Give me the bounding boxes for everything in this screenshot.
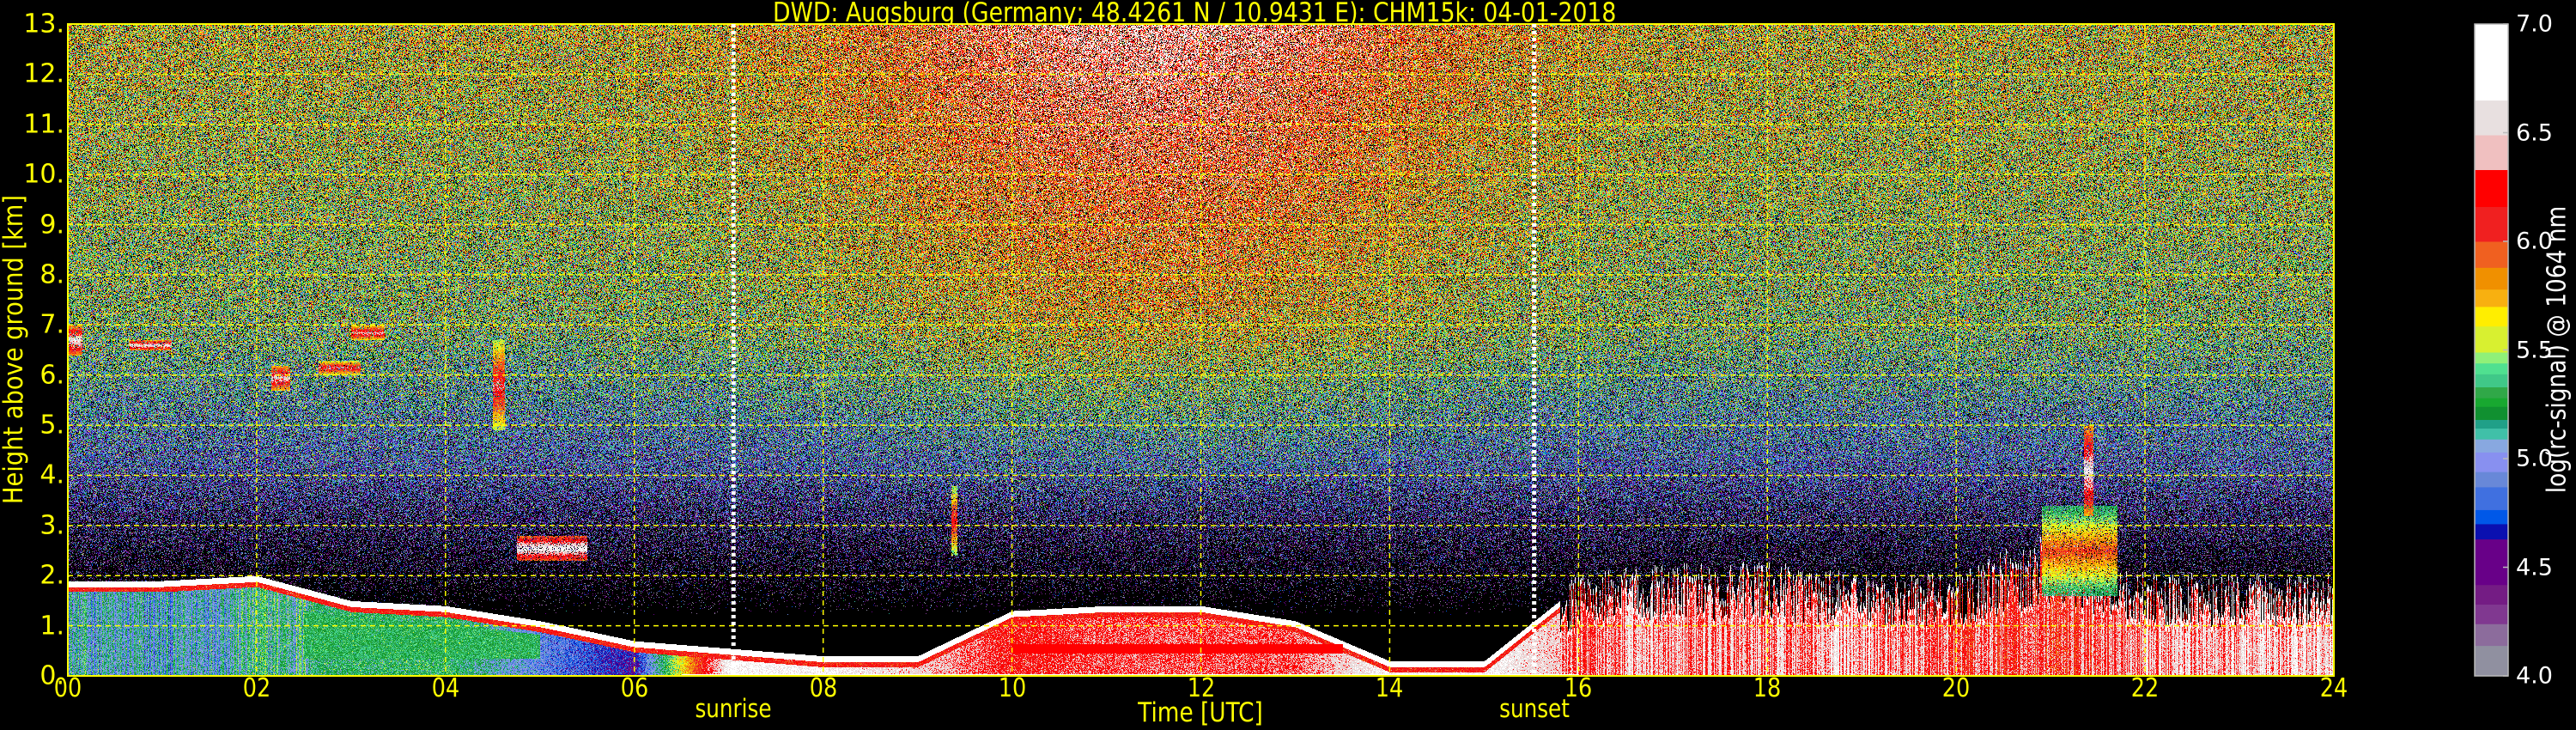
colorbar-tick-label: 4.5 <box>2516 554 2553 581</box>
y-axis-label: Height above ground [km] <box>0 194 29 505</box>
x-tick-label: 10 <box>998 673 1026 703</box>
y-tick-label: 4. <box>39 459 64 490</box>
colorbar-tick-label: 7.0 <box>2516 10 2553 38</box>
colorbar-band <box>2475 306 2508 327</box>
plot-overlay <box>67 23 2509 677</box>
colorbar-band <box>2475 645 2508 677</box>
ceilometer-figure: DWD: Augsburg (Germany; 48.4261 N / 10.9… <box>0 0 2576 730</box>
x-tick-label: 00 <box>53 673 82 703</box>
colorbar-band <box>2475 241 2508 268</box>
colorbar-band <box>2475 419 2508 429</box>
y-tick-label: 2. <box>39 560 64 591</box>
colorbar-band <box>2475 624 2508 647</box>
x-tick-label: 18 <box>1753 673 1782 703</box>
colorbar-band <box>2475 325 2508 353</box>
colorbar-band <box>2475 169 2508 208</box>
colorbar-band <box>2475 486 2508 510</box>
x-tick-label: 22 <box>2130 673 2160 703</box>
y-tick-label: 12. <box>23 58 64 89</box>
colorbar-label: log(rc-signal) @ 1064 nm <box>2542 205 2573 494</box>
colorbar-tick-label: 6.5 <box>2516 119 2553 146</box>
colorbar-band <box>2475 584 2508 605</box>
colorbar-band <box>2475 374 2508 388</box>
colorbar-band <box>2475 386 2508 398</box>
x-axis-label: Time [UTC] <box>1138 697 1263 728</box>
colorbar-band <box>2475 362 2508 374</box>
colorbar-band <box>2475 267 2508 290</box>
colorbar-band <box>2475 135 2508 171</box>
sunrise-label: sunrise <box>695 694 772 723</box>
x-tick-label: 14 <box>1376 673 1404 703</box>
y-tick-label: 13. <box>23 9 64 40</box>
x-tick-label: 02 <box>242 673 271 703</box>
colorbar-band <box>2475 406 2508 420</box>
y-tick-label: 10. <box>23 159 64 190</box>
colorbar-band <box>2475 352 2508 364</box>
y-tick-label: 6. <box>39 360 64 391</box>
colorbar-band <box>2475 604 2508 624</box>
y-tick-label: 7. <box>39 309 64 340</box>
y-tick-label: 9. <box>39 210 64 240</box>
colorbar-band <box>2475 206 2508 242</box>
colorbar-tick-label: 4.0 <box>2516 662 2553 690</box>
colorbar-band <box>2475 428 2508 440</box>
colorbar-band <box>2475 24 2508 101</box>
x-tick-label: 24 <box>2319 673 2348 703</box>
colorbar-band <box>2475 100 2508 136</box>
colorbar-band <box>2475 509 2508 525</box>
colorbar-band <box>2475 439 2508 453</box>
x-tick-label: 08 <box>809 673 837 703</box>
sunset-label: sunset <box>1498 694 1570 723</box>
x-tick-label: 20 <box>1941 673 1971 703</box>
colorbar-band <box>2475 452 2508 472</box>
colorbar-band <box>2475 538 2508 586</box>
x-tick-label: 06 <box>620 673 648 703</box>
colorbar-band <box>2475 289 2508 307</box>
y-tick-label: 8. <box>39 259 64 290</box>
colorbar-band <box>2475 398 2508 407</box>
x-tick-label: 04 <box>431 673 460 703</box>
colorbar-band <box>2475 471 2508 488</box>
y-tick-label: 1. <box>39 611 64 642</box>
y-tick-label: 11. <box>23 109 64 140</box>
y-tick-label: 3. <box>39 510 64 541</box>
colorbar-band <box>2475 523 2508 540</box>
y-tick-label: 5. <box>39 410 64 441</box>
